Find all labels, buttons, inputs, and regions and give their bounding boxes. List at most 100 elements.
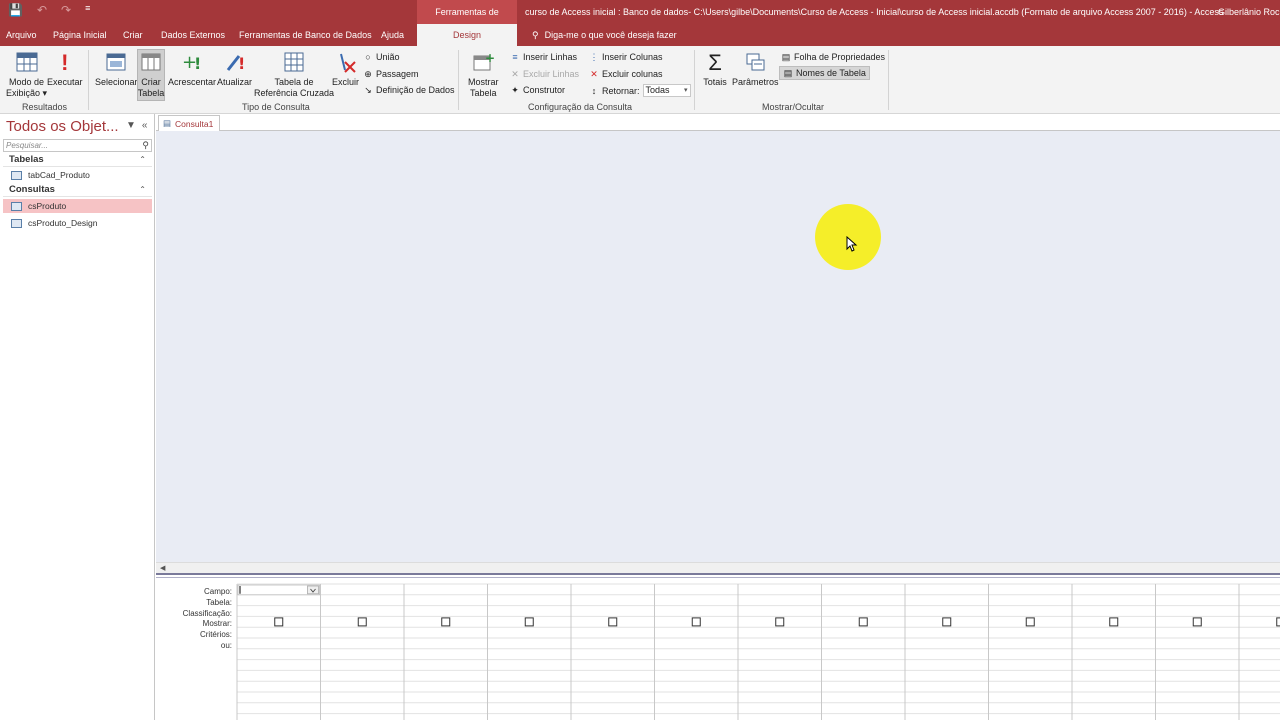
show-checkbox[interactable] xyxy=(1025,617,1035,627)
totals-button[interactable]: Σ Totais xyxy=(703,50,727,88)
tab-arquivo[interactable]: Arquivo xyxy=(6,24,37,46)
return-dropdown[interactable]: Todas xyxy=(642,84,691,97)
save-icon[interactable]: 💾 xyxy=(8,3,23,17)
show-checkbox[interactable] xyxy=(1192,617,1202,627)
collapse-icon[interactable]: ⌃ xyxy=(139,183,146,197)
append-icon: +! xyxy=(180,50,204,74)
user-name[interactable]: Gilberlânio Roch xyxy=(1218,0,1280,24)
tab-criar[interactable]: Criar xyxy=(123,24,143,46)
tab-ajuda[interactable]: Ajuda xyxy=(381,24,404,46)
ribbon-tab-bar: Arquivo Página Inicial Criar Dados Exter… xyxy=(0,24,1280,46)
insert-rows-icon: ≡ xyxy=(512,52,518,62)
group-label-mostrar: Mostrar/Ocultar xyxy=(762,102,825,112)
return-icon: ↕ xyxy=(591,85,597,96)
passthrough-button[interactable]: ⊕ Passagem xyxy=(363,68,418,80)
data-definition-button[interactable]: ↘ Definição de Dados xyxy=(363,85,454,96)
make-table-button[interactable]: Criar Tabela xyxy=(137,49,165,101)
show-checkbox[interactable] xyxy=(441,617,451,627)
redo-icon[interactable]: ↷ xyxy=(61,3,71,17)
nav-pane-controls: ▼ « xyxy=(126,120,147,131)
union-icon: ○ xyxy=(365,52,371,62)
nav-section-consultas[interactable]: Consultas ⌃ xyxy=(3,183,152,197)
show-checkbox[interactable] xyxy=(1109,617,1119,627)
builder-button[interactable]: ✦ Construtor xyxy=(510,85,565,96)
lightbulb-icon: ⚲ xyxy=(532,30,539,40)
run-button[interactable]: ! Executar xyxy=(47,50,83,88)
nav-menu-chevron-icon[interactable]: ▼ xyxy=(126,120,136,131)
parameters-button[interactable]: Parâmetros xyxy=(732,50,779,88)
separator xyxy=(694,50,695,110)
show-checkbox[interactable] xyxy=(524,617,534,627)
select-query-button[interactable]: Selecionar xyxy=(95,50,138,88)
nav-item-tabcad-produto[interactable]: tabCad_Produto xyxy=(3,168,152,182)
union-button[interactable]: ○ União xyxy=(363,52,399,62)
document-tab-consulta1[interactable]: ▤ Consulta1 xyxy=(158,115,221,131)
delete-x-icon xyxy=(334,50,358,74)
delete-columns-button[interactable]: ✕ Excluir colunas xyxy=(589,68,662,80)
customize-qat-icon[interactable]: ≡ xyxy=(85,3,90,17)
collapse-icon[interactable]: ⌃ xyxy=(139,153,146,167)
title-bar: 💾 ↶ ↷ ≡ Ferramentas de Consulta curso de… xyxy=(0,0,1280,41)
query-icon xyxy=(11,201,22,211)
delete-query-button[interactable]: Excluir xyxy=(332,50,359,88)
query-icon: ▤ xyxy=(163,118,172,128)
make-table-icon xyxy=(139,50,163,74)
table-names-icon: ▤ xyxy=(783,67,793,78)
delete-rows-button[interactable]: ✕ Excluir Linhas xyxy=(510,68,579,80)
delete-columns-icon: ✕ xyxy=(590,68,598,79)
query-icon xyxy=(11,218,22,228)
mouse-pointer-icon xyxy=(846,236,858,252)
quick-access-toolbar: 💾 ↶ ↷ ≡ xyxy=(8,3,90,17)
nav-pane-title[interactable]: Todos os Objet... xyxy=(6,118,119,135)
insert-rows-button[interactable]: ≡ Inserir Linhas xyxy=(510,52,577,62)
update-button[interactable]: ! Atualizar xyxy=(217,50,252,88)
insert-columns-icon: ⋮ xyxy=(589,51,599,62)
nav-section-tabelas[interactable]: Tabelas ⌃ xyxy=(3,153,152,167)
view-mode-button[interactable]: Modo de Exibição ▾ xyxy=(6,50,47,99)
show-checkbox[interactable] xyxy=(858,617,868,627)
window-title: curso de Access inicial : Banco de dados… xyxy=(525,7,1224,17)
undo-icon[interactable]: ↶ xyxy=(37,3,47,17)
scroll-left-arrow-icon[interactable]: ◀ xyxy=(160,564,165,572)
tell-me-box[interactable]: ⚲ Diga-me o que você deseja fazer xyxy=(532,24,677,46)
crosstab-button[interactable]: Tabela de Referência Cruzada xyxy=(254,50,334,99)
nav-item-csproduto-design[interactable]: csProduto_Design xyxy=(3,216,152,230)
property-sheet-button[interactable]: ▤ Folha de Propriedades xyxy=(781,52,885,63)
show-checkbox[interactable] xyxy=(274,617,284,627)
tab-design[interactable]: Design xyxy=(417,24,517,46)
parameters-icon xyxy=(743,50,767,74)
shutter-bar-close-icon[interactable]: « xyxy=(142,120,148,131)
datasheet-view-icon xyxy=(15,50,39,74)
globe-icon: ⊕ xyxy=(364,68,372,79)
show-checkbox[interactable] xyxy=(608,617,618,627)
separator xyxy=(88,50,89,110)
show-checkbox[interactable] xyxy=(942,617,952,627)
nav-item-csproduto[interactable]: csProduto xyxy=(3,199,152,213)
show-table-icon: + xyxy=(471,50,495,74)
svg-text:!: ! xyxy=(194,54,201,73)
show-checkbox[interactable] xyxy=(691,617,701,627)
svg-text:+: + xyxy=(485,51,494,65)
exclamation-icon: ! xyxy=(61,49,69,75)
svg-text:!: ! xyxy=(238,54,245,73)
select-query-icon xyxy=(104,50,128,74)
query-design-table-pane[interactable] xyxy=(156,131,1280,562)
table-names-button[interactable]: ▤ Nomes de Tabela xyxy=(779,66,870,80)
show-checkbox[interactable] xyxy=(357,617,367,627)
tab-dados-externos[interactable]: Dados Externos xyxy=(161,24,225,46)
group-label-config: Configuração da Consulta xyxy=(528,102,633,112)
search-icon[interactable]: ⚲ xyxy=(142,140,149,151)
delete-rows-icon: ✕ xyxy=(511,68,519,79)
insert-columns-button[interactable]: ⋮ Inserir Colunas xyxy=(589,51,663,63)
show-checkbox[interactable] xyxy=(775,617,785,627)
horizontal-scrollbar[interactable]: ◀ xyxy=(156,562,1280,573)
navigation-pane: Todos os Objet... ▼ « Pesquisar... ⚲ Tabe… xyxy=(0,114,155,720)
tab-ferramentas-banco[interactable]: Ferramentas de Banco de Dados xyxy=(239,24,372,46)
tab-pagina-inicial[interactable]: Página Inicial xyxy=(53,24,107,46)
show-table-button[interactable]: + Mostrar Tabela xyxy=(468,50,499,99)
nav-search-input[interactable]: Pesquisar... ⚲ xyxy=(3,139,152,152)
group-label-resultados: Resultados xyxy=(22,102,68,112)
table-icon xyxy=(11,170,22,180)
append-button[interactable]: +! Acrescentar xyxy=(168,50,216,88)
separator xyxy=(888,50,889,110)
